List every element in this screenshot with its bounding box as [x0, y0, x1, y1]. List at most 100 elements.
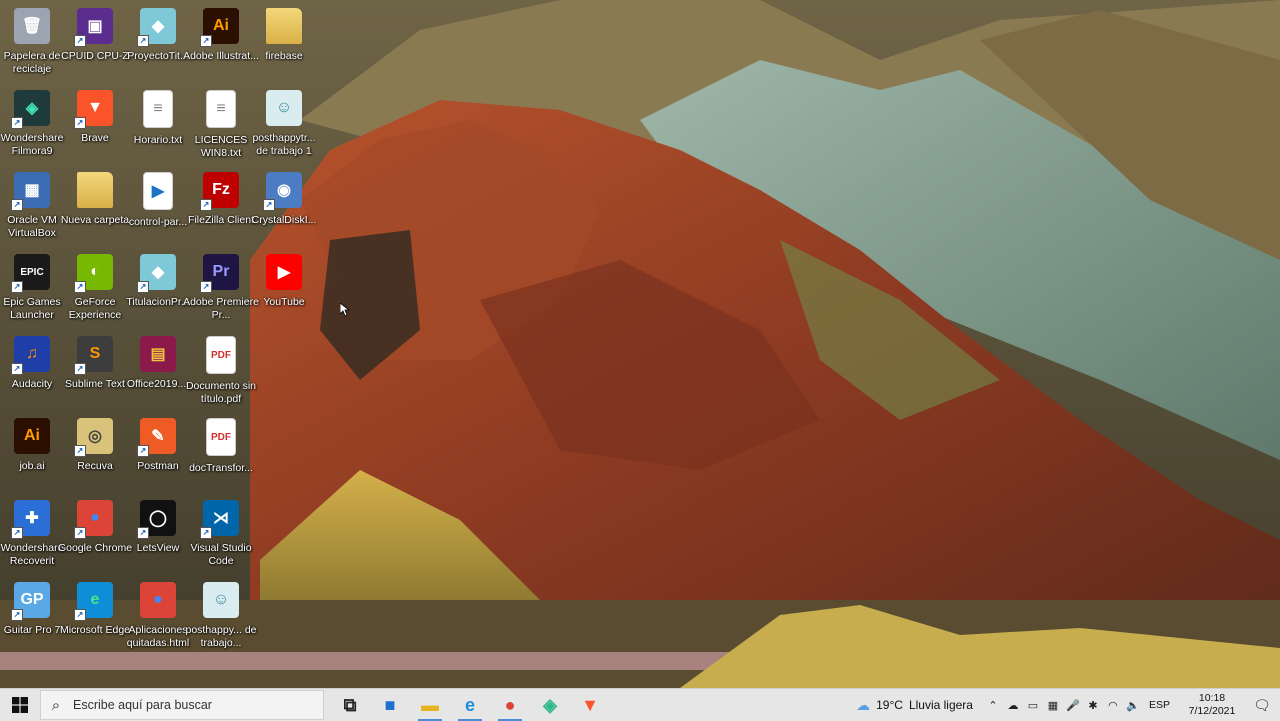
weather-cloud-icon: ☁ — [856, 696, 871, 713]
microphone-icon[interactable]: 🎤 — [1063, 699, 1083, 712]
desktop-icon[interactable]: ▦ ↗ Oracle VM VirtualBox — [0, 168, 64, 248]
pdf-file-icon: PDF — [206, 336, 236, 374]
device-icon[interactable]: ▭ — [1023, 699, 1043, 712]
desktop-icon[interactable]: ▼ ↗ Brave — [63, 86, 127, 166]
shortcut-arrow-icon: ↗ — [137, 35, 149, 47]
desktop-icon[interactable]: ● ↗ Google Chrome — [58, 496, 132, 576]
shortcut-arrow-icon: ↗ — [74, 609, 86, 621]
filezilla-icon: Fz ↗ — [200, 172, 239, 211]
clock-time: 10:18 — [1198, 692, 1226, 704]
desktop-icon[interactable]: Pr ↗ Adobe Premiere Pr... — [183, 250, 259, 330]
desktop-icon[interactable]: Ai ↗ Adobe Illustrat... — [183, 4, 259, 84]
desktop-icon[interactable]: ✚ ↗ Wondershare Recoverit — [0, 496, 64, 576]
shortcut-arrow-icon: ↗ — [11, 609, 23, 621]
shortcut-arrow-icon: ↗ — [74, 363, 86, 375]
desktop-icon[interactable]: ≡ Horario.txt — [126, 86, 190, 166]
shortcut-arrow-icon: ↗ — [137, 281, 149, 293]
taskbar-app-button[interactable]: ● — [490, 689, 530, 721]
taskbar-app-button[interactable]: ■ — [370, 689, 410, 721]
shortcut-arrow-icon: ↗ — [11, 199, 23, 211]
sublime-icon: S ↗ — [74, 336, 113, 375]
desktop-icon[interactable]: e ↗ Microsoft Edge — [60, 578, 130, 658]
audacity-icon: ♫ ↗ — [11, 336, 50, 375]
desktop-icon[interactable]: ♫ ↗ Audacity — [0, 332, 64, 412]
taskbar-search-box[interactable]: ⌕ — [40, 690, 324, 720]
desktop-icon[interactable]: ☺ posthappy... de trabajo... — [185, 578, 257, 658]
desktop-icon[interactable]: ◐ ↗ GeForce Experience — [63, 250, 127, 330]
guitar-pro-icon: GP ↗ — [11, 582, 50, 621]
desktop-icon[interactable]: Fz ↗ FileZilla Client — [188, 168, 254, 248]
start-button[interactable] — [0, 689, 40, 721]
desktop-icon[interactable]: PDF Documento sin título.pdf — [186, 332, 256, 412]
text-file-icon: ≡ — [143, 90, 173, 128]
desktop-icon-label: posthappytr... de trabajo 1 — [252, 132, 316, 157]
glass-cube-icon: ◆ ↗ — [137, 8, 176, 47]
desktop-icon[interactable]: ▶ YouTube — [252, 250, 316, 330]
chrome-icon: ● — [504, 694, 516, 715]
desktop-icon[interactable]: Nueva carpeta — [61, 168, 129, 248]
geforce-icon: ◐ ↗ — [74, 254, 113, 293]
chrome-html-icon: ● — [140, 582, 176, 618]
desktop-icon[interactable]: PDF docTransfor... — [189, 414, 253, 494]
taskbar-app-button[interactable]: ▬ — [410, 689, 450, 721]
desktop-icon[interactable]: ◎ ↗ Recuva — [63, 414, 127, 494]
desktop-icon[interactable]: ☺ posthappytr... de trabajo 1 — [252, 86, 316, 166]
weather-temp: 19°C — [876, 698, 903, 712]
taskbar-app-button[interactable]: ⧉ — [330, 689, 370, 721]
folder-icon — [266, 8, 302, 44]
desktop-icon[interactable]: ▤ Office2019.... — [126, 332, 190, 412]
desktop-icon-label: YouTube — [263, 296, 305, 308]
shortcut-arrow-icon: ↗ — [74, 445, 86, 457]
wifi-icon[interactable]: ◠ — [1103, 699, 1123, 712]
desktop-icon[interactable]: ≡ LICENCES WIN8.txt — [189, 86, 253, 166]
youtube-icon: ▶ — [266, 254, 302, 290]
desktop-icon[interactable]: ⋊ ↗ Visual Studio Code — [189, 496, 253, 576]
desktop-icon[interactable]: ◆ ↗ TitulacionPr... — [126, 250, 190, 330]
input-language[interactable]: ESP — [1149, 699, 1170, 711]
text-file-icon: ≡ — [206, 90, 236, 128]
file-explorer-icon: ▬ — [421, 694, 439, 715]
recoverit-icon: ✚ ↗ — [11, 500, 50, 539]
taskbar-clock[interactable]: 10:18 7/12/2021 — [1180, 692, 1244, 718]
desktop-icon[interactable]: ◉ ↗ CrystalDiskI... — [252, 168, 316, 248]
recycle-bin-icon: 🗑 — [14, 8, 50, 44]
desktop-icon[interactable]: EPIC ↗ Epic Games Launcher — [0, 250, 64, 330]
desktop-icon[interactable]: ◯ ↗ LetsView — [126, 496, 190, 576]
taskbar-app-button[interactable]: e — [450, 689, 490, 721]
search-input[interactable] — [71, 697, 315, 713]
desktop-icon-label: docTransfor... — [189, 462, 253, 474]
desktop-icon[interactable]: ● Aplicaciones quitadas.html — [126, 578, 190, 658]
folder-icon — [77, 172, 113, 208]
taskbar: ⌕ ⧉ ■ ▬ e ● ◈ ▼ ☁ 19°C Lluvia ligera ⌃ ☁ ▭ ▦ 🎤… — [0, 688, 1280, 721]
windows-logo-icon — [12, 697, 28, 713]
pdf-file-icon: PDF — [206, 418, 236, 456]
taskbar-pinned-apps: ⧉ ■ ▬ e ● ◈ ▼ — [330, 689, 610, 721]
onedrive-icon[interactable]: ☁ — [1003, 699, 1023, 712]
shortcut-arrow-icon: ↗ — [11, 117, 23, 129]
desktop-icon[interactable]: Ai job.ai — [0, 414, 64, 494]
clock-date: 7/12/2021 — [1188, 705, 1236, 717]
search-icon: ⌕ — [51, 696, 61, 714]
desktop-icon[interactable]: GP ↗ Guitar Pro 7 — [0, 578, 64, 658]
desktop-icon[interactable]: ◆ ↗ ProyectoTit... — [126, 4, 190, 84]
network-icon[interactable]: ▦ — [1043, 699, 1063, 712]
desktop-icon[interactable]: ◈ ↗ Wondershare Filmora9 — [0, 86, 64, 166]
desktop-icon[interactable]: firebase — [252, 4, 316, 84]
winrar-icon: ▤ — [140, 336, 176, 372]
desktop-icon[interactable]: ✎ ↗ Postman — [126, 414, 190, 494]
weather-widget[interactable]: ☁ 19°C Lluvia ligera — [850, 697, 973, 714]
bluetooth-icon[interactable]: ✱ — [1083, 699, 1103, 712]
taskbar-app-button[interactable]: ◈ — [530, 689, 570, 721]
desktop-icon[interactable]: ▶ control-par... — [126, 168, 190, 248]
desktop-icon[interactable]: S ↗ Sublime Text — [63, 332, 127, 412]
chevron-up-icon[interactable]: ⌃ — [983, 699, 1003, 712]
virtualbox-icon: ▦ ↗ — [11, 172, 50, 211]
shortcut-arrow-icon: ↗ — [74, 281, 86, 293]
desktop-icon[interactable]: ▣ ↗ CPUID CPU-Z — [61, 4, 129, 84]
video-file-icon: ▶ — [143, 172, 173, 210]
taskbar-app-button[interactable]: ▼ — [570, 689, 610, 721]
desktop-icon[interactable]: 🗑 Papelera de reciclaje — [0, 4, 64, 84]
notification-center-icon[interactable]: 🗨 — [1244, 697, 1280, 714]
shortcut-arrow-icon: ↗ — [263, 199, 275, 211]
volume-icon[interactable]: 🔈 — [1123, 699, 1143, 712]
